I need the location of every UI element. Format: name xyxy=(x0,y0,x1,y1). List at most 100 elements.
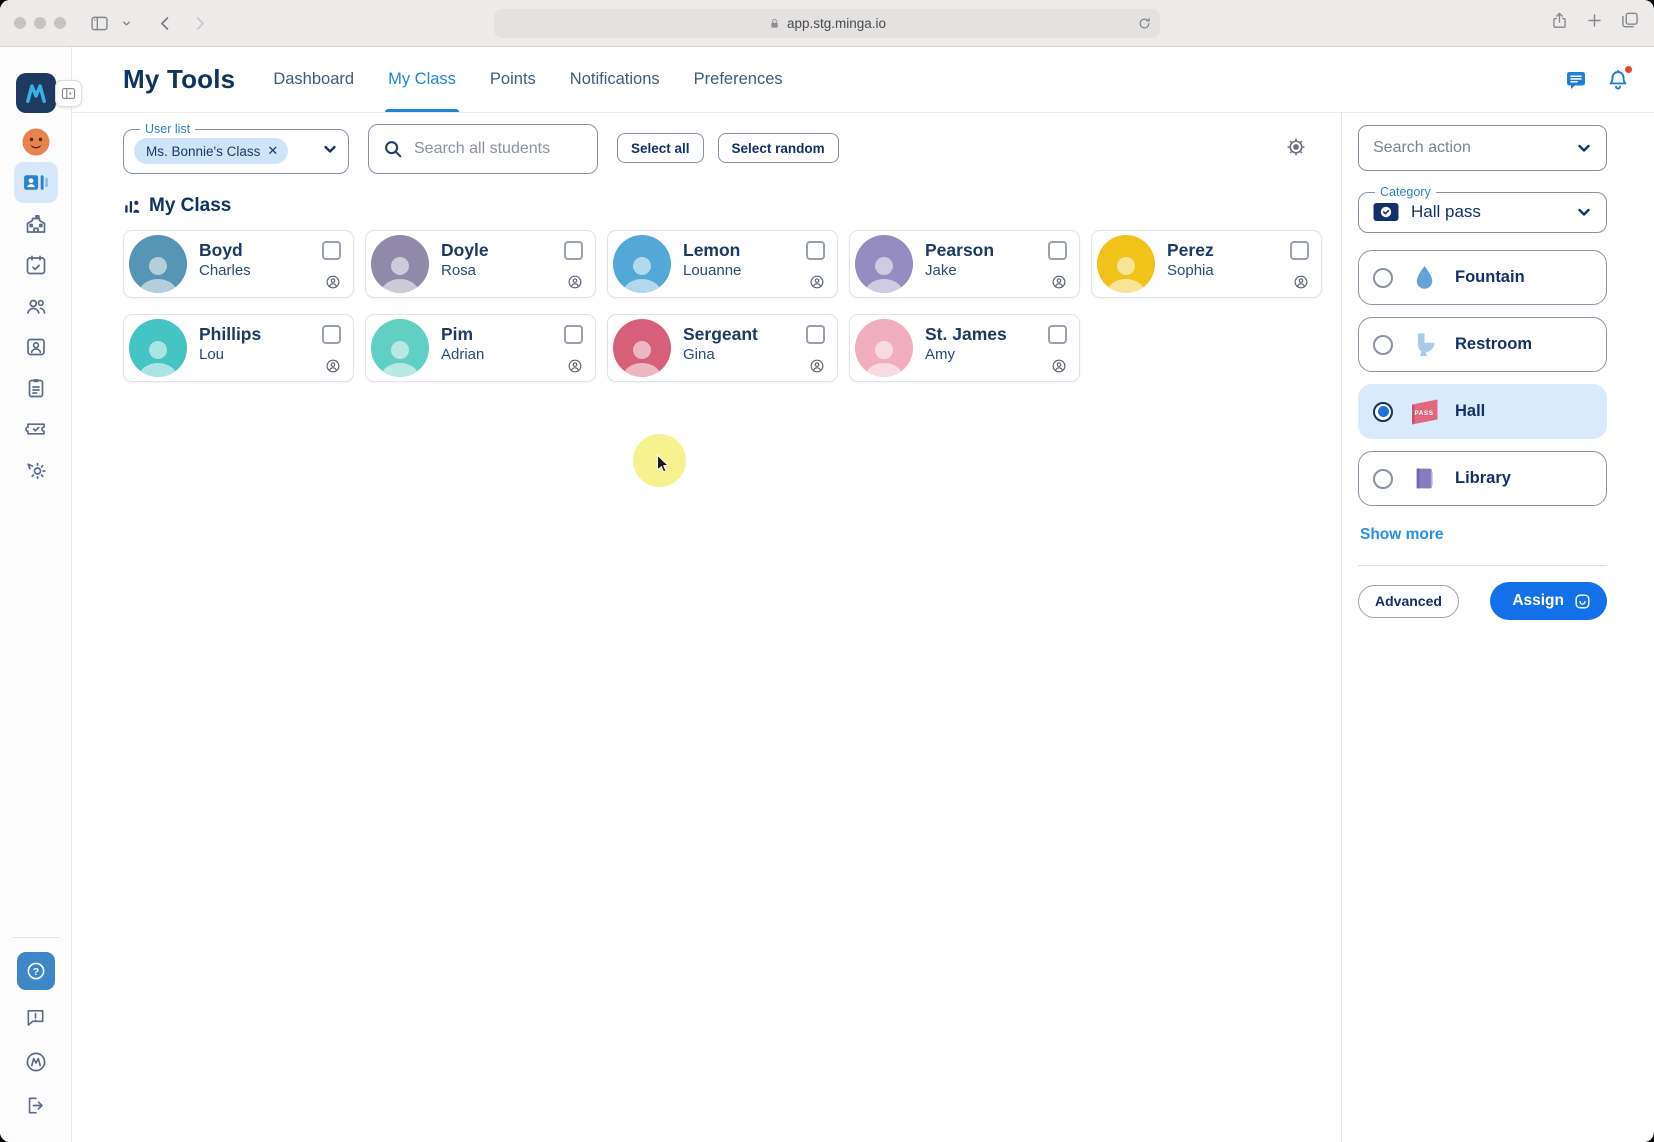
radio-button[interactable] xyxy=(1373,469,1393,489)
sidebar-item-ticket-check[interactable] xyxy=(14,408,58,449)
student-card[interactable]: Pim Adrian xyxy=(365,314,596,382)
assign-button[interactable]: Assign xyxy=(1490,582,1607,620)
student-checkbox[interactable] xyxy=(1290,241,1309,260)
sidebar-item-minga-badge[interactable] xyxy=(14,1041,58,1082)
sidebar-toggle-icon[interactable] xyxy=(84,10,114,36)
show-more-link[interactable]: Show more xyxy=(1360,526,1444,544)
forward-button-icon[interactable] xyxy=(184,10,214,36)
search-action-dropdown[interactable]: Search action xyxy=(1358,125,1607,171)
sidebar-item-help[interactable]: ? xyxy=(17,952,55,990)
calendar-check-icon xyxy=(24,253,48,277)
student-checkbox[interactable] xyxy=(564,325,583,344)
automation-gear-icon xyxy=(24,458,48,482)
tab-points[interactable]: Points xyxy=(490,47,536,112)
sidebar-item-clipboard[interactable] xyxy=(14,367,58,408)
settings-gear-icon[interactable] xyxy=(1285,136,1307,161)
sidebar-item-smiley-avatar[interactable] xyxy=(14,121,58,162)
student-first-name: Gina xyxy=(683,346,758,363)
new-tab-icon[interactable] xyxy=(1585,11,1604,30)
student-card[interactable]: Phillips Lou xyxy=(123,314,354,382)
avatar xyxy=(371,319,429,377)
avatar xyxy=(613,235,671,293)
minimize-window-button[interactable] xyxy=(34,17,46,29)
user-list-chip[interactable]: Ms. Bonnie's Class ✕ xyxy=(134,138,288,164)
chevron-down-icon[interactable] xyxy=(322,141,338,162)
student-card[interactable]: Lemon Louanne xyxy=(607,230,838,298)
student-card[interactable]: Pearson Jake xyxy=(849,230,1080,298)
reload-icon[interactable] xyxy=(1137,16,1152,34)
avatar xyxy=(129,319,187,377)
sidebar-item-id-card[interactable] xyxy=(14,162,58,203)
remove-chip-icon[interactable]: ✕ xyxy=(267,143,278,159)
student-checkbox[interactable] xyxy=(322,325,341,344)
account-icon xyxy=(809,274,825,290)
student-checkbox[interactable] xyxy=(1048,241,1067,260)
student-checkbox[interactable] xyxy=(1048,325,1067,344)
sidebar-item-automation-gear[interactable] xyxy=(14,449,58,490)
tab-my-class[interactable]: My Class xyxy=(388,47,456,112)
avatar xyxy=(855,235,913,293)
tab-notifications[interactable]: Notifications xyxy=(570,47,660,112)
tab-dashboard[interactable]: Dashboard xyxy=(273,47,354,112)
search-input[interactable] xyxy=(414,140,584,158)
student-card[interactable]: St. James Amy xyxy=(849,314,1080,382)
minga-badge-icon xyxy=(24,1050,48,1074)
avatar xyxy=(371,235,429,293)
close-window-button[interactable] xyxy=(14,17,26,29)
pass-option-hall[interactable]: PASSHall xyxy=(1358,384,1607,439)
student-card[interactable]: Perez Sophia xyxy=(1091,230,1322,298)
avatar xyxy=(613,319,671,377)
sidebar-item-people[interactable] xyxy=(14,285,58,326)
sidebar-item-logout[interactable] xyxy=(14,1085,58,1126)
user-list-dropdown[interactable]: User list Ms. Bonnie's Class ✕ xyxy=(123,122,349,174)
advanced-button[interactable]: Advanced xyxy=(1358,585,1459,618)
tab-overview-icon[interactable] xyxy=(1620,10,1640,30)
sidebar-item-school[interactable] xyxy=(14,203,58,244)
radio-button[interactable] xyxy=(1373,268,1393,288)
student-first-name: Rosa xyxy=(441,262,489,279)
pass-option-fountain[interactable]: Fountain xyxy=(1358,250,1607,305)
student-checkbox[interactable] xyxy=(564,241,583,260)
sidebar-item-calendar-check[interactable] xyxy=(14,244,58,285)
app-sidebar: ? xyxy=(0,47,72,1142)
account-icon xyxy=(809,358,825,374)
bell-icon[interactable] xyxy=(1606,68,1630,92)
student-checkbox[interactable] xyxy=(322,241,341,260)
browser-chrome: app.stg.minga.io xyxy=(0,0,1654,47)
sidebar-item-contact-card[interactable] xyxy=(14,326,58,367)
chat-icon[interactable] xyxy=(1564,68,1588,92)
student-checkbox[interactable] xyxy=(806,325,825,344)
sidebar-item-report-problem[interactable] xyxy=(14,997,58,1038)
minga-logo[interactable] xyxy=(16,73,56,113)
student-card[interactable]: Doyle Rosa xyxy=(365,230,596,298)
collapse-sidebar-button[interactable] xyxy=(55,80,82,107)
select-random-button[interactable]: Select random xyxy=(718,133,839,163)
pass-option-library[interactable]: Library xyxy=(1358,451,1607,506)
student-last-name: Perez xyxy=(1167,240,1214,261)
svg-text:PASS: PASS xyxy=(1414,409,1433,416)
student-last-name: Pearson xyxy=(925,240,994,261)
address-bar[interactable]: app.stg.minga.io xyxy=(494,9,1160,38)
account-icon xyxy=(1051,358,1067,374)
chevron-down-icon xyxy=(1576,140,1592,156)
zoom-window-button[interactable] xyxy=(54,17,66,29)
radio-button[interactable] xyxy=(1373,402,1393,422)
roster-section-title: My Class xyxy=(123,195,1321,217)
search-icon xyxy=(382,138,404,160)
category-dropdown[interactable]: Category Hall pass xyxy=(1358,185,1607,233)
tab-preferences[interactable]: Preferences xyxy=(694,47,783,112)
hall-pass-flag-icon: PASS xyxy=(1406,397,1442,427)
account-icon xyxy=(1051,274,1067,290)
student-card[interactable]: Boyd Charles xyxy=(123,230,354,298)
select-all-button[interactable]: Select all xyxy=(617,133,704,163)
student-checkbox[interactable] xyxy=(806,241,825,260)
account-icon xyxy=(1293,274,1309,290)
radio-button[interactable] xyxy=(1373,335,1393,355)
chevron-down-icon[interactable] xyxy=(118,10,134,36)
account-icon xyxy=(567,274,583,290)
student-card[interactable]: Sergeant Gina xyxy=(607,314,838,382)
pass-option-restroom[interactable]: Restroom xyxy=(1358,317,1607,372)
share-icon[interactable] xyxy=(1550,11,1569,30)
back-button-icon[interactable] xyxy=(150,10,180,36)
student-last-name: Doyle xyxy=(441,240,489,261)
